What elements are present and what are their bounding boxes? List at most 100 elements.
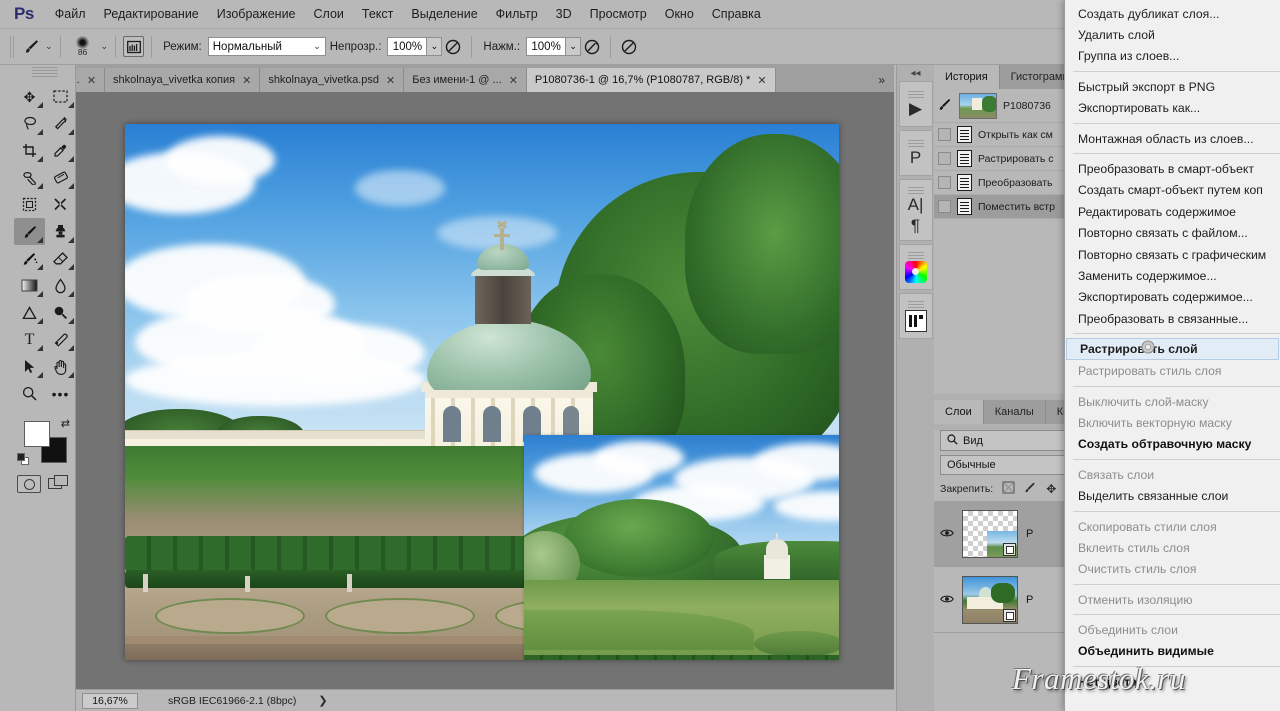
document-tab-2[interactable]: shkolnaya_vivetka копия ✕ [105, 68, 261, 92]
brush-size-caret[interactable]: ⌄ [101, 41, 109, 52]
canvas-workspace[interactable] [76, 92, 894, 689]
zoom-level-field[interactable]: 16,67% [82, 692, 138, 709]
menu-filter[interactable]: Фильтр [487, 3, 547, 25]
lock-image-pixels-icon[interactable] [1024, 481, 1037, 497]
eyedropper-tool[interactable] [45, 137, 76, 164]
lock-transparent-pixels-icon[interactable] [1002, 481, 1015, 497]
opacity-pressure-icon[interactable] [442, 36, 464, 58]
gradient-tool[interactable] [14, 272, 45, 299]
menu-3d[interactable]: 3D [547, 3, 581, 25]
lasso-tool[interactable] [14, 110, 45, 137]
default-colors-icon[interactable] [17, 453, 30, 466]
menu-text[interactable]: Текст [353, 3, 402, 25]
menu-item-copy-layer-style[interactable]: Скопировать стили слоя [1065, 516, 1280, 537]
smoothing-pressure-icon[interactable] [618, 36, 640, 58]
color-panel-button[interactable] [898, 244, 933, 290]
path-selection-tool[interactable] [14, 353, 45, 380]
menu-item-enable-vector-mask[interactable]: Включить векторную маску [1065, 412, 1280, 433]
layer-context-menu[interactable]: Создать дубликат слоя... Удалить слой Гр… [1064, 0, 1280, 711]
tab-layers[interactable]: Слои [934, 400, 984, 424]
menu-item-convert-to-smart-object[interactable]: Преобразовать в смарт-объект [1065, 158, 1280, 179]
menu-edit[interactable]: Редактирование [95, 3, 208, 25]
layer-visibility-icon[interactable] [940, 593, 954, 607]
frame-tool[interactable] [14, 191, 45, 218]
glyphs-panel-button[interactable] [898, 293, 933, 339]
blend-mode-select[interactable]: Нормальный ⌄ [207, 37, 326, 56]
close-icon[interactable]: ✕ [242, 74, 251, 87]
flow-chevron-down-icon[interactable]: ⌄ [566, 37, 582, 56]
patch-tool[interactable] [45, 164, 76, 191]
document-tab-3[interactable]: shkolnaya_vivetka.psd ✕ [260, 68, 405, 92]
magic-wand-tool[interactable] [45, 110, 76, 137]
menu-item-new-smart-object-via-copy[interactable]: Создать смарт-объект путем коп [1065, 180, 1280, 201]
history-state-checkbox[interactable] [938, 176, 951, 189]
lock-position-icon[interactable]: ✥ [1046, 482, 1056, 496]
menu-item-delete-layer[interactable]: Удалить слой [1065, 24, 1280, 45]
blur-tool[interactable] [45, 272, 76, 299]
eraser-tool[interactable] [45, 245, 76, 272]
menu-item-release-isolation[interactable]: Отменить изоляцию [1065, 589, 1280, 610]
menu-item-duplicate-layer[interactable]: Создать дубликат слоя... [1065, 3, 1280, 24]
menu-item-export-as[interactable]: Экспортировать как... [1065, 98, 1280, 119]
opacity-chevron-down-icon[interactable]: ⌄ [427, 37, 443, 56]
edit-toolbar-button[interactable]: ••• [45, 380, 76, 407]
foreground-color-swatch[interactable] [24, 421, 50, 447]
opacity-input[interactable]: 100% [387, 37, 428, 56]
properties-panel-button[interactable]: P [898, 130, 933, 176]
menu-item-select-linked-layers[interactable]: Выделить связанные слои [1065, 485, 1280, 506]
menu-item-relink-to-library-graphic[interactable]: Повторно связать с графическим [1065, 244, 1280, 265]
dodge-tool[interactable] [14, 299, 45, 326]
brush-size-preview[interactable]: 86 [68, 36, 98, 57]
layer-thumbnail[interactable] [962, 575, 1018, 624]
close-icon[interactable]: ✕ [386, 74, 395, 87]
menu-item-group-from-layers[interactable]: Группа из слоев... [1065, 46, 1280, 67]
brush-preset-caret[interactable]: ⌄ [45, 41, 53, 52]
menu-item-rasterize-layer[interactable]: Растрировать слой [1066, 338, 1279, 361]
tab-history[interactable]: История [934, 65, 1000, 89]
quick-mask-icon[interactable] [17, 475, 42, 493]
menu-view[interactable]: Просмотр [581, 3, 656, 25]
layer-thumbnail[interactable] [962, 509, 1018, 558]
menu-help[interactable]: Справка [703, 3, 770, 25]
menu-select[interactable]: Выделение [402, 3, 486, 25]
menu-item-replace-contents[interactable]: Заменить содержимое... [1065, 265, 1280, 286]
document-tab-4[interactable]: Без имени-1 @ ... ✕ [404, 68, 527, 92]
document-canvas[interactable] [125, 124, 839, 660]
history-state-checkbox[interactable] [938, 152, 951, 165]
tab-overflow-button[interactable]: » [869, 68, 894, 92]
menu-window[interactable]: Окно [656, 3, 703, 25]
burn-tool[interactable] [45, 299, 76, 326]
spot-healing-brush-tool[interactable] [14, 164, 45, 191]
menu-item-clear-layer-style[interactable]: Очистить стиль слоя [1065, 559, 1280, 580]
menu-item-disable-layer-mask[interactable]: Выключить слой-маску [1065, 391, 1280, 412]
menu-item-artboard-from-layers[interactable]: Монтажная область из слоев... [1065, 128, 1280, 149]
scissors-tool[interactable] [45, 191, 76, 218]
crop-tool[interactable] [14, 137, 45, 164]
menu-item-merge-layers[interactable]: Объединить слои [1065, 619, 1280, 640]
menu-item-relink-to-file[interactable]: Повторно связать с файлом... [1065, 223, 1280, 244]
zoom-tool[interactable] [14, 380, 45, 407]
timeline-play-button[interactable]: ▶ [898, 81, 933, 127]
menu-item-export-contents[interactable]: Экспортировать содержимое... [1065, 287, 1280, 308]
character-paragraph-panel-button[interactable]: A| ¶ [898, 179, 933, 241]
document-tab-5-active[interactable]: P1080736-1 @ 16,7% (P1080787, RGB/8) * ✕ [526, 68, 776, 92]
close-icon[interactable]: ✕ [87, 74, 96, 87]
menu-item-rasterize-layer-style[interactable]: Растрировать стиль слоя [1065, 360, 1280, 381]
menu-item-edit-contents[interactable]: Редактировать содержимое [1065, 201, 1280, 222]
menu-file[interactable]: Файл [46, 3, 95, 25]
close-icon[interactable]: ✕ [757, 74, 766, 87]
move-tool[interactable]: ✥ [14, 83, 45, 110]
close-icon[interactable]: ✕ [509, 74, 518, 87]
type-tool[interactable]: T [14, 326, 45, 353]
layer-visibility-icon[interactable] [940, 527, 954, 541]
hand-tool[interactable] [45, 353, 76, 380]
menu-image[interactable]: Изображение [208, 3, 305, 25]
airbrush-icon[interactable] [581, 36, 603, 58]
history-state-checkbox[interactable] [938, 200, 951, 213]
pen-tool[interactable] [45, 326, 76, 353]
menu-item-create-clipping-mask[interactable]: Создать обтравочную маску [1065, 434, 1280, 455]
tools-panel-grip[interactable] [31, 67, 58, 79]
brush-tool-icon[interactable] [20, 36, 42, 58]
flow-input[interactable]: 100% [526, 37, 567, 56]
swap-colors-icon[interactable]: ⇄ [61, 417, 70, 430]
